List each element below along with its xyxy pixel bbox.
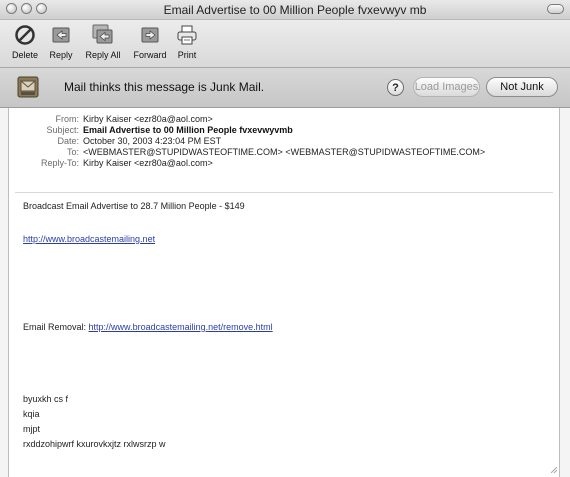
header-date-key: Date:: [57, 136, 79, 146]
message-headers: From: Kirby Kaiser <ezr80a@aol.com> Subj…: [9, 114, 559, 169]
header-subject-value: Email Advertise to 00 Million People fvx…: [83, 125, 293, 135]
minimize-window-button[interactable]: [21, 3, 32, 14]
junk-mail-bar: Mail thinks this message is Junk Mail. ?…: [0, 68, 570, 108]
header-reply-to: Reply-To: Kirby Kaiser <ezr80a@aol.com>: [9, 158, 559, 169]
header-from-key: From:: [55, 114, 80, 124]
reply-all-label: Reply All: [85, 50, 121, 60]
mail-window: Email Advertise to 00 Million People fvx…: [0, 0, 570, 477]
print-button[interactable]: Print: [173, 24, 201, 64]
header-reply-to-key: Reply-To:: [40, 158, 79, 168]
title-bar[interactable]: Email Advertise to 00 Million People fvx…: [0, 0, 570, 20]
not-junk-button[interactable]: Not Junk: [486, 77, 558, 97]
resize-grip-icon[interactable]: [551, 467, 557, 473]
header-from: From: Kirby Kaiser <ezr80a@aol.com>: [9, 114, 559, 125]
removal-line: Email Removal: http://www.broadcastemail…: [23, 322, 273, 332]
help-button[interactable]: ?: [387, 79, 404, 96]
header-date-value: October 30, 2003 4:23:04 PM EST: [83, 136, 222, 146]
message-pane: From: Kirby Kaiser <ezr80a@aol.com> Subj…: [8, 108, 560, 477]
junk-mail-message: Mail thinks this message is Junk Mail.: [64, 80, 265, 94]
junk-text-line: kqia: [23, 409, 40, 419]
zoom-window-button[interactable]: [36, 3, 47, 14]
reply-label: Reply: [49, 50, 73, 60]
reply-button[interactable]: Reply: [45, 24, 77, 64]
removal-label: Email Removal:: [23, 322, 87, 332]
header-divider: [15, 192, 553, 193]
junk-text-line: byuxkh cs f: [23, 394, 69, 404]
close-window-button[interactable]: [6, 3, 17, 14]
junk-text-line: mjpt: [23, 424, 41, 434]
body-link[interactable]: http://www.broadcastemailing.net: [23, 234, 155, 244]
header-to-value[interactable]: <WEBMASTER@STUPIDWASTEOFTIME.COM> <WEBMA…: [83, 147, 485, 158]
forward-label: Forward: [133, 50, 167, 60]
header-reply-to-value[interactable]: Kirby Kaiser <ezr80a@aol.com>: [83, 158, 213, 169]
reply-icon: [52, 27, 70, 43]
reply-all-button[interactable]: Reply All: [80, 24, 126, 64]
header-to: To: <WEBMASTER@STUPIDWASTEOFTIME.COM> <W…: [9, 147, 559, 158]
reply-all-icon: [92, 24, 113, 44]
junk-text-line: rxddzohipwrf kxurovkxjtz rxlwsrzp w: [23, 439, 166, 449]
delete-icon: [15, 25, 35, 45]
window-title: Email Advertise to 00 Million People fvx…: [163, 3, 427, 17]
header-date: Date: October 30, 2003 4:23:04 PM EST: [9, 136, 559, 147]
print-icon: [177, 25, 197, 45]
header-subject: Subject: Email Advertise to 00 Million P…: [9, 125, 559, 136]
load-images-button[interactable]: Load Images: [413, 77, 480, 97]
removal-link[interactable]: http://www.broadcastemailing.net/remove.…: [89, 322, 273, 332]
print-label: Print: [177, 50, 197, 60]
forward-button[interactable]: Forward: [130, 24, 170, 64]
junk-mail-icon: [17, 76, 39, 98]
delete-button[interactable]: Delete: [8, 24, 42, 64]
delete-label: Delete: [11, 50, 38, 60]
toolbar-toggle-button[interactable]: [547, 4, 564, 14]
header-from-value[interactable]: Kirby Kaiser <ezr80a@aol.com>: [83, 114, 213, 125]
toolbar: Delete Reply Reply All Forward Print: [0, 20, 570, 68]
body-line: Broadcast Email Advertise to 28.7 Millio…: [23, 201, 245, 211]
header-subject-key: Subject:: [46, 125, 79, 135]
header-to-key: To:: [66, 147, 79, 157]
forward-icon: [141, 27, 159, 43]
